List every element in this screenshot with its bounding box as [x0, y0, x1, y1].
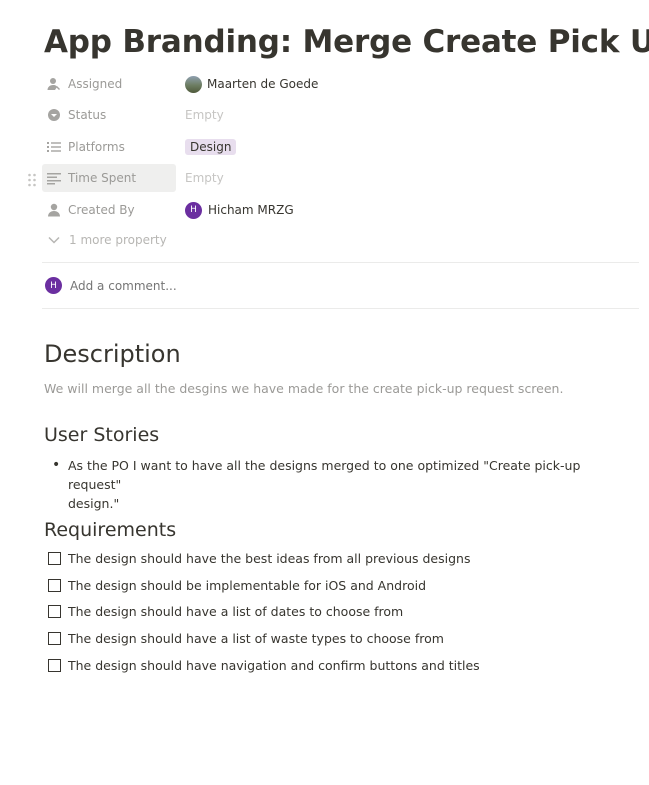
description-text[interactable]: We will merge all the desgins we have ma… [44, 380, 563, 398]
user-stories-heading[interactable]: User Stories [44, 422, 159, 448]
person-icon [47, 77, 61, 91]
checkbox[interactable] [48, 632, 61, 645]
property-time-spent[interactable]: Time Spent Empty [42, 164, 642, 192]
user-story-line: design." [68, 496, 120, 511]
checkbox[interactable] [48, 659, 61, 672]
list-item[interactable]: • As the PO I want to have all the desig… [52, 456, 622, 513]
list-icon [47, 140, 61, 154]
page-title[interactable]: App Branding: Merge Create Pick Up [44, 20, 649, 64]
checkbox[interactable] [48, 605, 61, 618]
property-value-assigned[interactable]: Maarten de Goede [185, 75, 319, 93]
todo-text[interactable]: The design should be implementable for i… [68, 578, 426, 593]
user-story-line: As the PO I want to have all the designs… [68, 458, 581, 492]
divider [42, 262, 639, 263]
comment-box[interactable]: H [45, 277, 370, 294]
property-label-assigned[interactable]: Assigned [42, 70, 176, 98]
divider [42, 308, 639, 309]
property-value-created-by: H Hicham MRZG [185, 201, 294, 219]
property-status[interactable]: Status Empty [42, 101, 642, 129]
user-stories-list: • As the PO I want to have all the desig… [52, 456, 622, 513]
todo-text[interactable]: The design should have the best ideas fr… [68, 551, 470, 566]
todo-item[interactable]: The design should be implementable for i… [48, 578, 426, 593]
property-value-status[interactable]: Empty [185, 108, 224, 122]
page: App Branding: Merge Create Pick Up Assig… [0, 0, 649, 785]
status-icon [47, 108, 61, 122]
platform-tag[interactable]: Design [185, 139, 237, 155]
chevron-down-icon [48, 236, 60, 244]
bullet-icon: • [52, 457, 61, 473]
comment-input[interactable] [70, 278, 370, 293]
drag-handle-icon[interactable] [27, 172, 37, 187]
description-heading[interactable]: Description [44, 338, 181, 370]
todo-item[interactable]: The design should have a list of waste t… [48, 631, 444, 646]
avatar: H [185, 201, 202, 219]
property-label-status[interactable]: Status [42, 101, 176, 129]
todo-text[interactable]: The design should have a list of dates t… [68, 604, 403, 619]
todo-item[interactable]: The design should have a list of dates t… [48, 604, 403, 619]
property-label-platforms[interactable]: Platforms [42, 133, 176, 161]
text-lines-icon [47, 171, 61, 185]
property-value-platforms[interactable]: Design [185, 139, 237, 155]
property-label-created-by[interactable]: Created By [42, 196, 176, 224]
property-created-by[interactable]: Created By H Hicham MRZG [42, 196, 642, 224]
todo-text[interactable]: The design should have navigation and co… [68, 658, 480, 673]
checkbox[interactable] [48, 552, 61, 565]
checkbox[interactable] [48, 579, 61, 592]
todo-item[interactable]: The design should have navigation and co… [48, 658, 480, 673]
property-assigned[interactable]: Assigned Maarten de Goede [42, 70, 642, 98]
todo-text[interactable]: The design should have a list of waste t… [68, 631, 444, 646]
requirements-heading[interactable]: Requirements [44, 517, 176, 543]
creator-name: Hicham MRZG [208, 203, 294, 217]
property-label-time-spent[interactable]: Time Spent [42, 164, 176, 192]
avatar: H [45, 277, 62, 294]
assignee-name: Maarten de Goede [207, 77, 319, 91]
property-value-time-spent[interactable]: Empty [185, 171, 224, 185]
avatar [185, 75, 202, 93]
person-icon [47, 203, 61, 217]
more-properties-toggle[interactable]: 1 more property [47, 233, 167, 247]
todo-item[interactable]: The design should have the best ideas fr… [48, 551, 470, 566]
property-platforms[interactable]: Platforms Design [42, 133, 642, 161]
